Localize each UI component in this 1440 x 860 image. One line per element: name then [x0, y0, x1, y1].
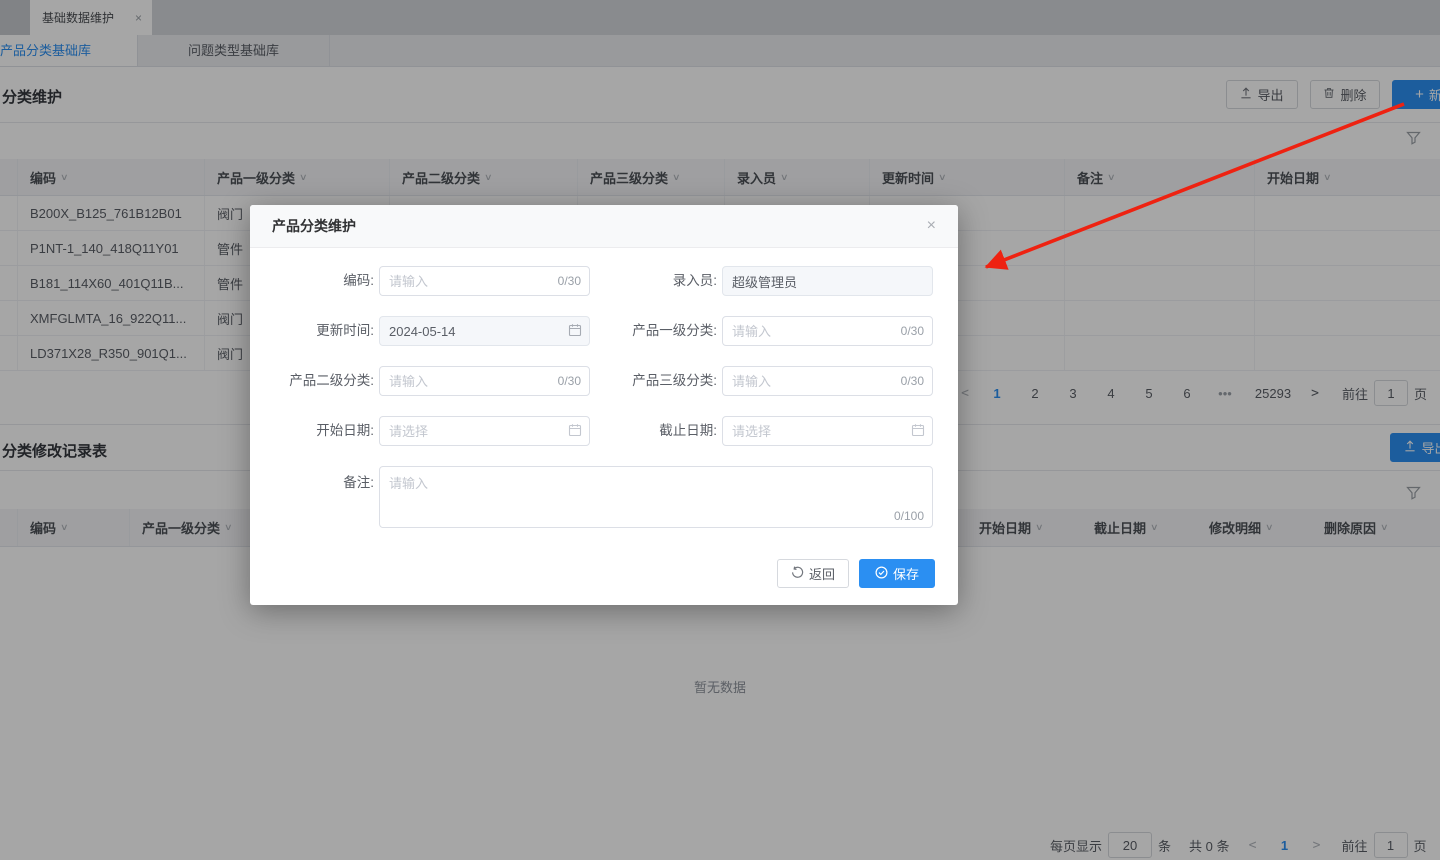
updated-label: 更新时间:: [316, 323, 374, 338]
level3-label: 产品三级分类:: [632, 373, 717, 388]
enddate-field-wrap: [722, 416, 933, 446]
calendar-icon: [911, 423, 925, 442]
close-icon[interactable]: ×: [927, 217, 936, 235]
code-label: 编码:: [343, 273, 374, 288]
remark-field-wrap: 0/100: [379, 466, 933, 528]
calendar-icon: [568, 423, 582, 442]
save-button[interactable]: 保存: [859, 559, 935, 588]
code-field-wrap: 0/30: [379, 266, 590, 296]
back-button[interactable]: 返回: [777, 559, 849, 588]
dialog-header: 产品分类维护 ×: [250, 205, 958, 248]
level2-label: 产品二级分类:: [289, 373, 374, 388]
enddate-label: 截止日期:: [659, 423, 717, 438]
level3-field-wrap: 0/30: [722, 366, 933, 396]
operator-input: [722, 266, 933, 296]
undo-icon: [791, 566, 804, 582]
char-counter: 0/30: [900, 374, 924, 388]
char-counter: 0/100: [893, 509, 924, 523]
level2-field-wrap: 0/30: [379, 366, 590, 396]
enddate-input[interactable]: [722, 416, 933, 446]
product-category-dialog: 产品分类维护 × 编码: 0/30 录入员: 更新时间: 产品一级分类: 0/3…: [250, 205, 958, 605]
calendar-icon: [568, 323, 582, 342]
level1-field-wrap: 0/30: [722, 316, 933, 346]
operator-field-wrap: [722, 266, 933, 296]
updated-date-input: [379, 316, 590, 346]
char-counter: 0/30: [557, 274, 581, 288]
startdate-input[interactable]: [379, 416, 590, 446]
check-circle-icon: [875, 565, 888, 582]
app-root: 基础数据维护 × 产品分类基础库 问题类型基础库 分类维护 导出 删除 + 新增…: [0, 0, 1440, 860]
startdate-field-wrap: [379, 416, 590, 446]
level1-label: 产品一级分类:: [632, 323, 717, 338]
remark-label: 备注:: [343, 475, 374, 490]
char-counter: 0/30: [557, 374, 581, 388]
dialog-title: 产品分类维护: [272, 218, 356, 234]
char-counter: 0/30: [900, 324, 924, 338]
operator-label: 录入员:: [672, 273, 717, 288]
startdate-label: 开始日期:: [316, 423, 374, 438]
updated-field-wrap: [379, 316, 590, 346]
remark-textarea[interactable]: [379, 466, 933, 528]
